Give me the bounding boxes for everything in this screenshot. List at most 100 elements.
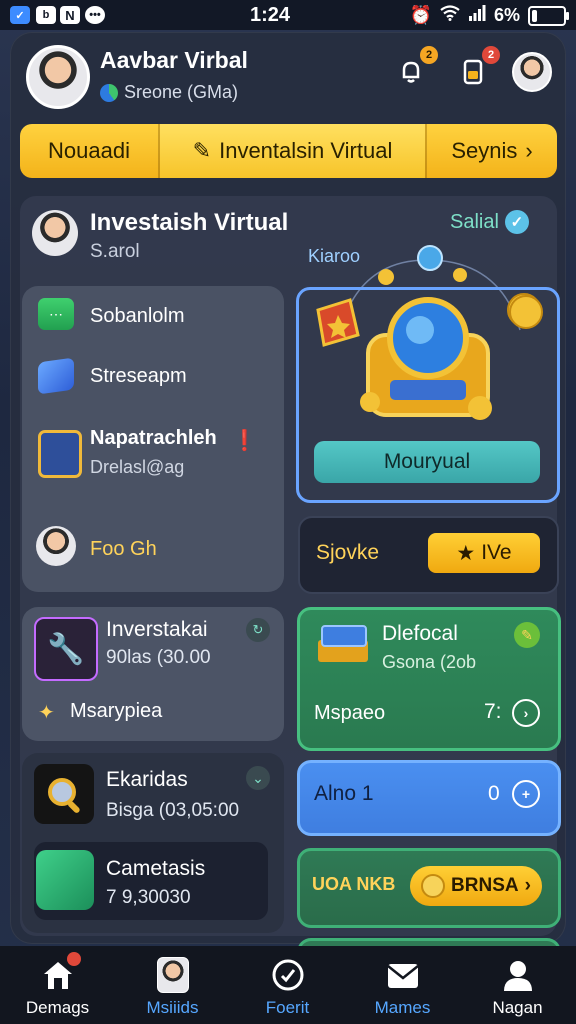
user-icon (499, 956, 537, 994)
bonus-button[interactable]: BRNSA › (410, 866, 542, 906)
investment-subtitle: S.arol (90, 241, 140, 262)
status-badge[interactable]: Salial ✓ (450, 210, 529, 234)
tab-home[interactable]: Nouaadi (20, 124, 158, 178)
tool-footer: Msarypiea (70, 700, 163, 722)
list-item-sublabel: Drelasl@ag (90, 457, 185, 477)
contact-avatar[interactable] (36, 526, 76, 566)
tab-label: Foerit (265, 998, 310, 1017)
edit-icon[interactable]: ✎ (514, 622, 540, 648)
compass-icon (269, 956, 307, 994)
analytics-value: Bisga (03,05:00 (106, 800, 240, 821)
profile-avatar[interactable] (512, 52, 552, 92)
mail-icon (384, 956, 422, 994)
tab-investment-label: Inventalsin Virtual (219, 138, 393, 163)
coin-icon (421, 874, 446, 898)
level-button-label: IVe (481, 541, 512, 564)
tab-label: Nagan (492, 998, 543, 1017)
list-item-label: Foo Gh (90, 538, 157, 560)
tab-account[interactable]: Nagan (460, 946, 575, 1024)
user-name: Aavbar Virbal (100, 47, 248, 73)
tab-settings[interactable]: Seynis › (427, 124, 557, 178)
chat-icon: ••• (85, 6, 105, 24)
tab-investment[interactable]: ✎ Inventalsin Virtual (160, 124, 425, 178)
globe-icon (100, 83, 118, 102)
user-status: Sreone (GMa) (100, 82, 238, 103)
status-text: Salial (450, 210, 499, 233)
chevron-right-icon: › (524, 875, 531, 896)
signal-icon (468, 5, 486, 26)
list-item-label: Sobanlolm (90, 305, 185, 327)
tab-label: Mames (374, 998, 431, 1017)
level-button[interactable]: ★ IVe (428, 533, 540, 573)
home-icon (39, 952, 81, 994)
refresh-icon[interactable]: ↻ (246, 618, 270, 642)
tool-value: 90las (30.00 (106, 647, 211, 668)
reward-value: Gsona (2ob (382, 652, 477, 672)
level-count: 0 (488, 782, 500, 805)
hero-button[interactable]: Mouryual (314, 441, 540, 483)
bonus-button-label: BRNSA (451, 875, 519, 896)
status-right: ⏰ 6% (409, 5, 569, 26)
bottom-nav: Demags Msiiids Foerit Mames Nagan (0, 946, 576, 1024)
tab-settings-label: Seynis (451, 138, 518, 163)
check-icon: ✓ (504, 210, 529, 234)
expand-icon[interactable]: ⌄ (246, 766, 270, 790)
tab-label: Demags (25, 998, 90, 1017)
pencil-icon: ✎ (192, 138, 212, 163)
tab-home-label: Nouaadi (48, 138, 130, 163)
stack-icon (38, 357, 74, 395)
list-item-1[interactable]: ⋯ (38, 298, 74, 330)
analytics-title: Ekaridas (106, 768, 188, 791)
notifications-button[interactable]: 2 (392, 46, 438, 90)
list-item-label: Streseapm (90, 365, 187, 387)
bonus-label: UOA NKB (312, 874, 396, 894)
gift-icon (36, 850, 94, 910)
magnifier-icon (34, 764, 94, 824)
wallet-badge: 2 (482, 46, 500, 64)
tab-profile[interactable]: Msiiids (115, 946, 230, 1024)
avatar[interactable] (26, 45, 90, 109)
notebook-icon (38, 430, 82, 478)
status-bar: ✓ b N ••• 1:24 ⏰ 6% (0, 0, 576, 30)
list-item-3[interactable] (38, 430, 82, 478)
investment-title: Investaish Virtual (90, 209, 289, 236)
tab-messages[interactable]: Mames (345, 946, 460, 1024)
list-item-2[interactable] (38, 357, 74, 395)
flag-icon: ❗ (232, 430, 257, 452)
top-nav: Nouaadi ✎ Inventalsin Virtual Seynis › (20, 124, 557, 178)
clock: 1:24 (250, 4, 291, 26)
investor-avatar (32, 210, 78, 256)
reward-title: Dlefocal (382, 622, 458, 645)
tool-title: Inverstakai (106, 618, 208, 641)
reward-count: 7: (484, 700, 502, 723)
add-icon[interactable]: + (512, 780, 540, 808)
user-status-text: Sreone (GMa) (124, 82, 239, 102)
chat-icon: ⋯ (38, 298, 74, 330)
bars-icon (318, 625, 368, 662)
wifi-icon (440, 5, 460, 26)
chevron-right-icon: › (525, 138, 533, 163)
notification-icon: b (36, 6, 56, 24)
battery-percent: 6% (493, 5, 520, 25)
list-item-label: Napatrachleh (90, 427, 217, 449)
tab-explore[interactable]: Foerit (230, 946, 345, 1024)
news-icon: N (60, 6, 80, 24)
sparkle-icon: ✦ (38, 702, 55, 724)
tab-home[interactable]: Demags (0, 946, 115, 1024)
tools-icon: 🔧 (34, 617, 98, 681)
wallet-button[interactable]: 2 (454, 46, 500, 90)
notification-badge: 2 (420, 46, 438, 64)
star-icon: ★ (456, 541, 476, 565)
alarm-icon: ⏰ (409, 5, 432, 25)
app-icon: ✓ (10, 6, 30, 24)
reward-chevron-icon[interactable]: › (512, 699, 540, 727)
skill-label: Sjovke (316, 541, 380, 564)
battery-icon (528, 5, 569, 26)
inner-value: 7 9,30030 (106, 887, 191, 908)
home-badge (66, 952, 81, 966)
reward-footer: Mspaeo (314, 702, 386, 724)
level-label: Alno 1 (314, 782, 374, 805)
profile-icon (154, 956, 192, 994)
inner-title: Cametasis (106, 857, 206, 880)
tab-label: Msiiids (146, 998, 199, 1017)
